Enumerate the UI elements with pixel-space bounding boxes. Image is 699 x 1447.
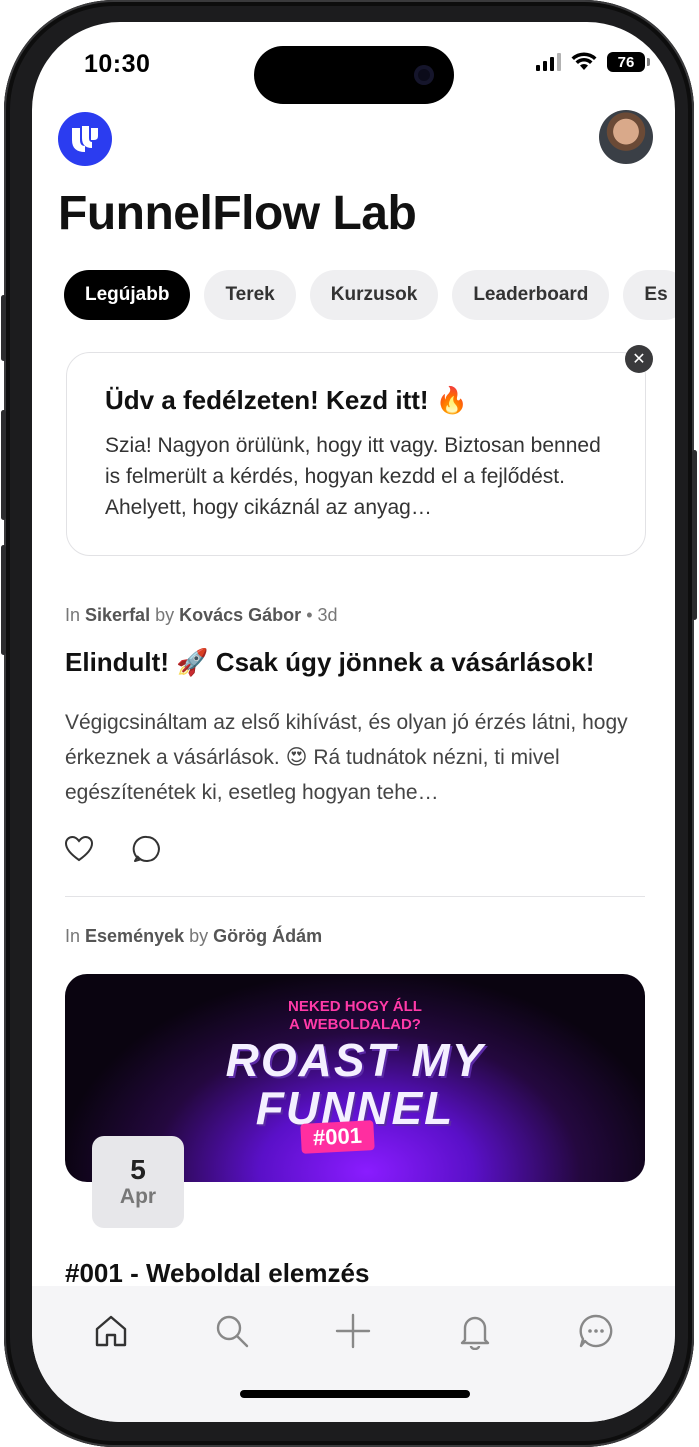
- community-logo-icon[interactable]: [58, 112, 112, 166]
- event-date-badge: 5 Apr: [92, 1136, 184, 1228]
- volume-down-button: [1, 545, 6, 655]
- nav-messages[interactable]: [568, 1306, 624, 1356]
- banner-title: ROAST MY FUNNEL: [65, 1036, 645, 1132]
- welcome-card[interactable]: Üdv a fedélzeten! Kezd itt! 🔥 Szia! Nagy…: [66, 352, 646, 556]
- camera-icon: [414, 65, 434, 85]
- page-title: FunnelFlow Lab: [58, 187, 417, 240]
- power-button: [692, 450, 697, 620]
- nav-search[interactable]: [204, 1306, 260, 1356]
- volume-up-button: [1, 410, 6, 520]
- cellular-signal-icon: [536, 53, 561, 71]
- banner-title-line-1: ROAST MY: [225, 1034, 485, 1086]
- event-post-meta: In Események by Görög Ádám: [65, 926, 322, 947]
- banner-subtitle-line-2: A WEBOLDALAD?: [289, 1016, 421, 1033]
- nav-home[interactable]: [83, 1306, 139, 1356]
- post-meta: In Sikerfal by Kovács Gábor • 3d: [65, 605, 338, 626]
- screen: 10:30 76 FunnelFlow Lab Legújabb Terek K…: [32, 22, 675, 1422]
- tab-courses[interactable]: Kurzusok: [309, 270, 439, 320]
- post-actions: [64, 834, 162, 864]
- comment-icon[interactable]: [132, 834, 162, 864]
- nav-notifications[interactable]: [447, 1306, 503, 1356]
- tab-leaderboard[interactable]: Leaderboard: [452, 270, 610, 320]
- tab-latest[interactable]: Legújabb: [64, 270, 191, 320]
- plus-icon: [336, 1313, 371, 1349]
- event-title[interactable]: #001 - Weboldal elemzés: [65, 1258, 369, 1289]
- event-date-month: Apr: [119, 1185, 157, 1208]
- in-label: In: [65, 926, 81, 946]
- welcome-card-title: Üdv a fedélzeten! Kezd itt! 🔥: [105, 385, 469, 415]
- search-icon: [216, 1315, 249, 1348]
- welcome-card-body: Szia! Nagyon örülünk, hogy itt vagy. Biz…: [105, 434, 601, 519]
- banner-subtitle-line-1: NEKED HOGY ÁLL: [288, 998, 422, 1015]
- post-author-link[interactable]: Kovács Gábor: [179, 605, 301, 625]
- post-time: 3d: [317, 605, 338, 625]
- chat-icon: [579, 1314, 613, 1348]
- event-date-day: 5: [130, 1154, 146, 1185]
- by-label: by: [189, 926, 209, 946]
- action-button: [1, 295, 6, 361]
- wifi-icon: [571, 52, 597, 70]
- event-author-link[interactable]: Görög Ádám: [213, 926, 322, 946]
- status-time: 10:30: [84, 50, 151, 78]
- bottom-tab-bar: [32, 1286, 675, 1422]
- battery-icon: 76: [607, 52, 650, 72]
- banner-subtitle: NEKED HOGY ÁLL A WEBOLDALAD?: [65, 998, 645, 1034]
- phone-frame: 10:30 76 FunnelFlow Lab Legújabb Terek K…: [1, 0, 697, 1447]
- post-divider: [65, 896, 645, 897]
- tab-bar: Legújabb Terek Kurzusok Leaderboard Es: [64, 270, 675, 320]
- meta-dot: •: [306, 605, 313, 625]
- banner-tag: #001: [300, 1120, 375, 1154]
- like-heart-icon[interactable]: [64, 834, 94, 864]
- event-space-link[interactable]: Események: [85, 926, 184, 946]
- home-indicator[interactable]: [240, 1390, 470, 1398]
- status-indicators: 76: [536, 52, 650, 72]
- bell-icon: [460, 1316, 490, 1350]
- home-icon: [95, 1315, 126, 1347]
- tab-events[interactable]: Es: [623, 270, 675, 320]
- user-avatar[interactable]: [599, 110, 653, 164]
- nav-create[interactable]: [325, 1306, 381, 1356]
- post-body[interactable]: Végigcsináltam az első kihívást, és olya…: [65, 705, 650, 810]
- dynamic-island: [254, 46, 454, 104]
- close-icon[interactable]: ✕: [625, 345, 653, 373]
- tab-spaces[interactable]: Terek: [204, 270, 296, 320]
- post-space-link[interactable]: Sikerfal: [85, 605, 150, 625]
- post-title[interactable]: Elindult! 🚀 Csak úgy jönnek a vásárlások…: [65, 647, 594, 678]
- in-label: In: [65, 605, 81, 625]
- by-label: by: [155, 605, 175, 625]
